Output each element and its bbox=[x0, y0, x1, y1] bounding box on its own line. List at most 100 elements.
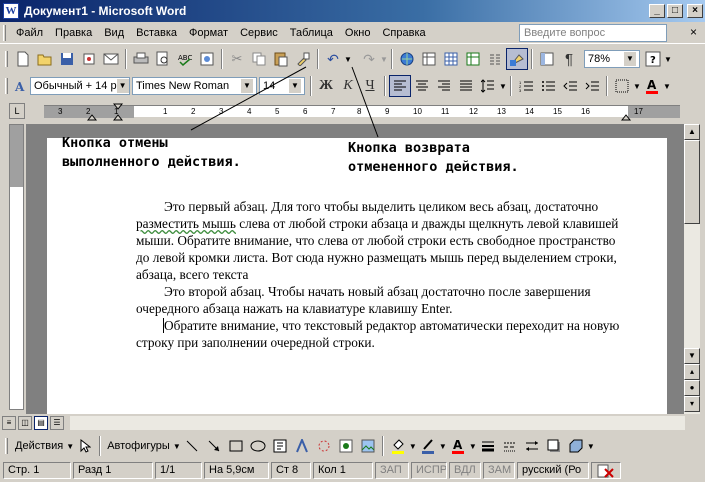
menu-help[interactable]: Справка bbox=[376, 23, 431, 43]
underline-button[interactable]: Ч bbox=[359, 75, 381, 97]
rectangle-tool-icon[interactable] bbox=[225, 435, 247, 457]
close-button[interactable]: × bbox=[687, 4, 703, 18]
shadow-style-icon[interactable] bbox=[543, 435, 565, 457]
insert-picture-icon[interactable] bbox=[357, 435, 379, 457]
actions-menu[interactable]: Действия bbox=[12, 440, 66, 452]
paragraph-3[interactable]: Обратите внимание, что текстовый редакто… bbox=[136, 317, 626, 351]
document-map-icon[interactable] bbox=[536, 48, 558, 70]
font-select[interactable]: Times New Roman ▼ bbox=[132, 77, 257, 95]
show-formatting-icon[interactable]: ¶ bbox=[558, 48, 580, 70]
tables-borders-icon[interactable] bbox=[418, 48, 440, 70]
columns-icon[interactable] bbox=[484, 48, 506, 70]
autoshapes-dropdown-icon[interactable]: ▼ bbox=[173, 442, 181, 451]
undo-icon[interactable]: ↶ bbox=[322, 48, 344, 70]
line-style-icon[interactable] bbox=[477, 435, 499, 457]
italic-button[interactable]: К bbox=[337, 75, 359, 97]
drawing-toggle-icon[interactable] bbox=[506, 48, 528, 70]
paste-icon[interactable] bbox=[270, 48, 292, 70]
normal-view-icon[interactable]: ≡ bbox=[2, 416, 16, 430]
align-center-icon[interactable] bbox=[411, 75, 433, 97]
insert-table-icon[interactable] bbox=[440, 48, 462, 70]
oval-tool-icon[interactable] bbox=[247, 435, 269, 457]
horizontal-scrollbar[interactable] bbox=[70, 416, 685, 430]
email-icon[interactable] bbox=[100, 48, 122, 70]
menu-edit[interactable]: Правка bbox=[49, 23, 98, 43]
redo-dropdown-icon[interactable]: ▼ bbox=[380, 55, 388, 64]
paragraph-1[interactable]: Это первый абзац. Для того чтобы выделит… bbox=[136, 198, 626, 283]
web-view-icon[interactable]: ◫ bbox=[18, 416, 32, 430]
styles-pane-icon[interactable]: A bbox=[12, 75, 30, 97]
first-line-indent-marker[interactable] bbox=[112, 103, 124, 110]
arrow-tool-icon[interactable] bbox=[203, 435, 225, 457]
spelling-status-icon[interactable] bbox=[591, 462, 621, 479]
borders-dropdown-icon[interactable]: ▼ bbox=[633, 82, 641, 91]
menu-table[interactable]: Таблица bbox=[284, 23, 339, 43]
open-folder-icon[interactable] bbox=[34, 48, 56, 70]
wordart-icon[interactable] bbox=[291, 435, 313, 457]
document-page[interactable]: Это первый абзац. Для того чтобы выделит… bbox=[47, 138, 667, 414]
dash-style-icon[interactable] bbox=[499, 435, 521, 457]
font-color-dropdown-icon[interactable]: ▼ bbox=[663, 82, 671, 91]
bullets-icon[interactable] bbox=[537, 75, 559, 97]
new-document-icon[interactable] bbox=[12, 48, 34, 70]
word-app-icon[interactable]: W bbox=[3, 3, 19, 19]
toolbar-options-icon[interactable]: ▼ bbox=[664, 55, 672, 64]
increase-indent-icon[interactable] bbox=[581, 75, 603, 97]
toolbar-grip[interactable] bbox=[5, 51, 8, 67]
decrease-indent-icon[interactable] bbox=[559, 75, 581, 97]
status-track-changes[interactable]: ИСПР bbox=[411, 462, 447, 479]
right-indent-marker[interactable] bbox=[620, 114, 632, 121]
style-select[interactable]: Обычный + 14 р ▼ bbox=[30, 77, 130, 95]
numbering-icon[interactable]: 123 bbox=[515, 75, 537, 97]
drawing-font-color-dropdown-icon[interactable]: ▼ bbox=[469, 442, 477, 451]
chevron-down-icon[interactable]: ▼ bbox=[241, 79, 253, 93]
permission-icon[interactable] bbox=[78, 48, 100, 70]
status-extend[interactable]: ВДЛ bbox=[449, 462, 481, 479]
save-icon[interactable] bbox=[56, 48, 78, 70]
close-document-button[interactable]: × bbox=[690, 25, 697, 39]
actions-dropdown-icon[interactable]: ▼ bbox=[66, 442, 74, 451]
chevron-down-icon[interactable]: ▼ bbox=[289, 79, 301, 93]
paragraph-2[interactable]: Это второй абзац. Чтобы начать новый абз… bbox=[136, 283, 626, 317]
fill-color-icon[interactable] bbox=[387, 435, 409, 457]
arrow-style-icon[interactable] bbox=[521, 435, 543, 457]
menu-insert[interactable]: Вставка bbox=[130, 23, 183, 43]
diagram-icon[interactable] bbox=[313, 435, 335, 457]
print-preview-icon[interactable] bbox=[152, 48, 174, 70]
line-color-icon[interactable] bbox=[417, 435, 439, 457]
status-record-macro[interactable]: ЗАП bbox=[375, 462, 409, 479]
minimize-button[interactable]: _ bbox=[649, 4, 665, 18]
select-objects-icon[interactable] bbox=[74, 435, 96, 457]
bold-button[interactable]: Ж bbox=[315, 75, 337, 97]
menu-file[interactable]: Файл bbox=[10, 23, 49, 43]
autoshapes-menu[interactable]: Автофигуры bbox=[104, 440, 173, 452]
menu-format[interactable]: Формат bbox=[183, 23, 234, 43]
maximize-button[interactable]: □ bbox=[667, 4, 683, 18]
scroll-down-icon[interactable]: ▼ bbox=[684, 348, 700, 364]
toolbar-grip[interactable] bbox=[5, 78, 8, 94]
hyperlink-icon[interactable] bbox=[396, 48, 418, 70]
menu-view[interactable]: Вид bbox=[98, 23, 130, 43]
browse-object-icon[interactable]: ● bbox=[684, 380, 700, 396]
menu-window[interactable]: Окно bbox=[339, 23, 377, 43]
help-question-input[interactable]: Введите вопрос bbox=[519, 24, 667, 42]
zoom-select[interactable]: 78% ▼ bbox=[584, 50, 640, 68]
next-page-icon[interactable]: ▾ bbox=[684, 396, 700, 412]
menu-grip[interactable] bbox=[3, 24, 6, 41]
previous-page-icon[interactable]: ▴ bbox=[684, 364, 700, 380]
status-language[interactable]: русский (Ро bbox=[517, 462, 589, 479]
toolbar-grip[interactable] bbox=[5, 438, 8, 454]
print-layout-icon[interactable]: ▤ bbox=[34, 416, 48, 430]
scroll-thumb[interactable] bbox=[684, 140, 700, 224]
line-color-dropdown-icon[interactable]: ▼ bbox=[439, 442, 447, 451]
undo-dropdown-icon[interactable]: ▼ bbox=[344, 55, 352, 64]
line-spacing-icon[interactable] bbox=[477, 75, 499, 97]
font-size-select[interactable]: 14 ▼ bbox=[259, 77, 305, 95]
drawing-font-color-icon[interactable]: A bbox=[447, 435, 469, 457]
justify-icon[interactable] bbox=[455, 75, 477, 97]
vertical-ruler[interactable] bbox=[9, 124, 24, 410]
format-painter-icon[interactable] bbox=[292, 48, 314, 70]
hanging-indent-marker[interactable] bbox=[112, 114, 124, 121]
insert-excel-icon[interactable] bbox=[462, 48, 484, 70]
print-icon[interactable] bbox=[130, 48, 152, 70]
